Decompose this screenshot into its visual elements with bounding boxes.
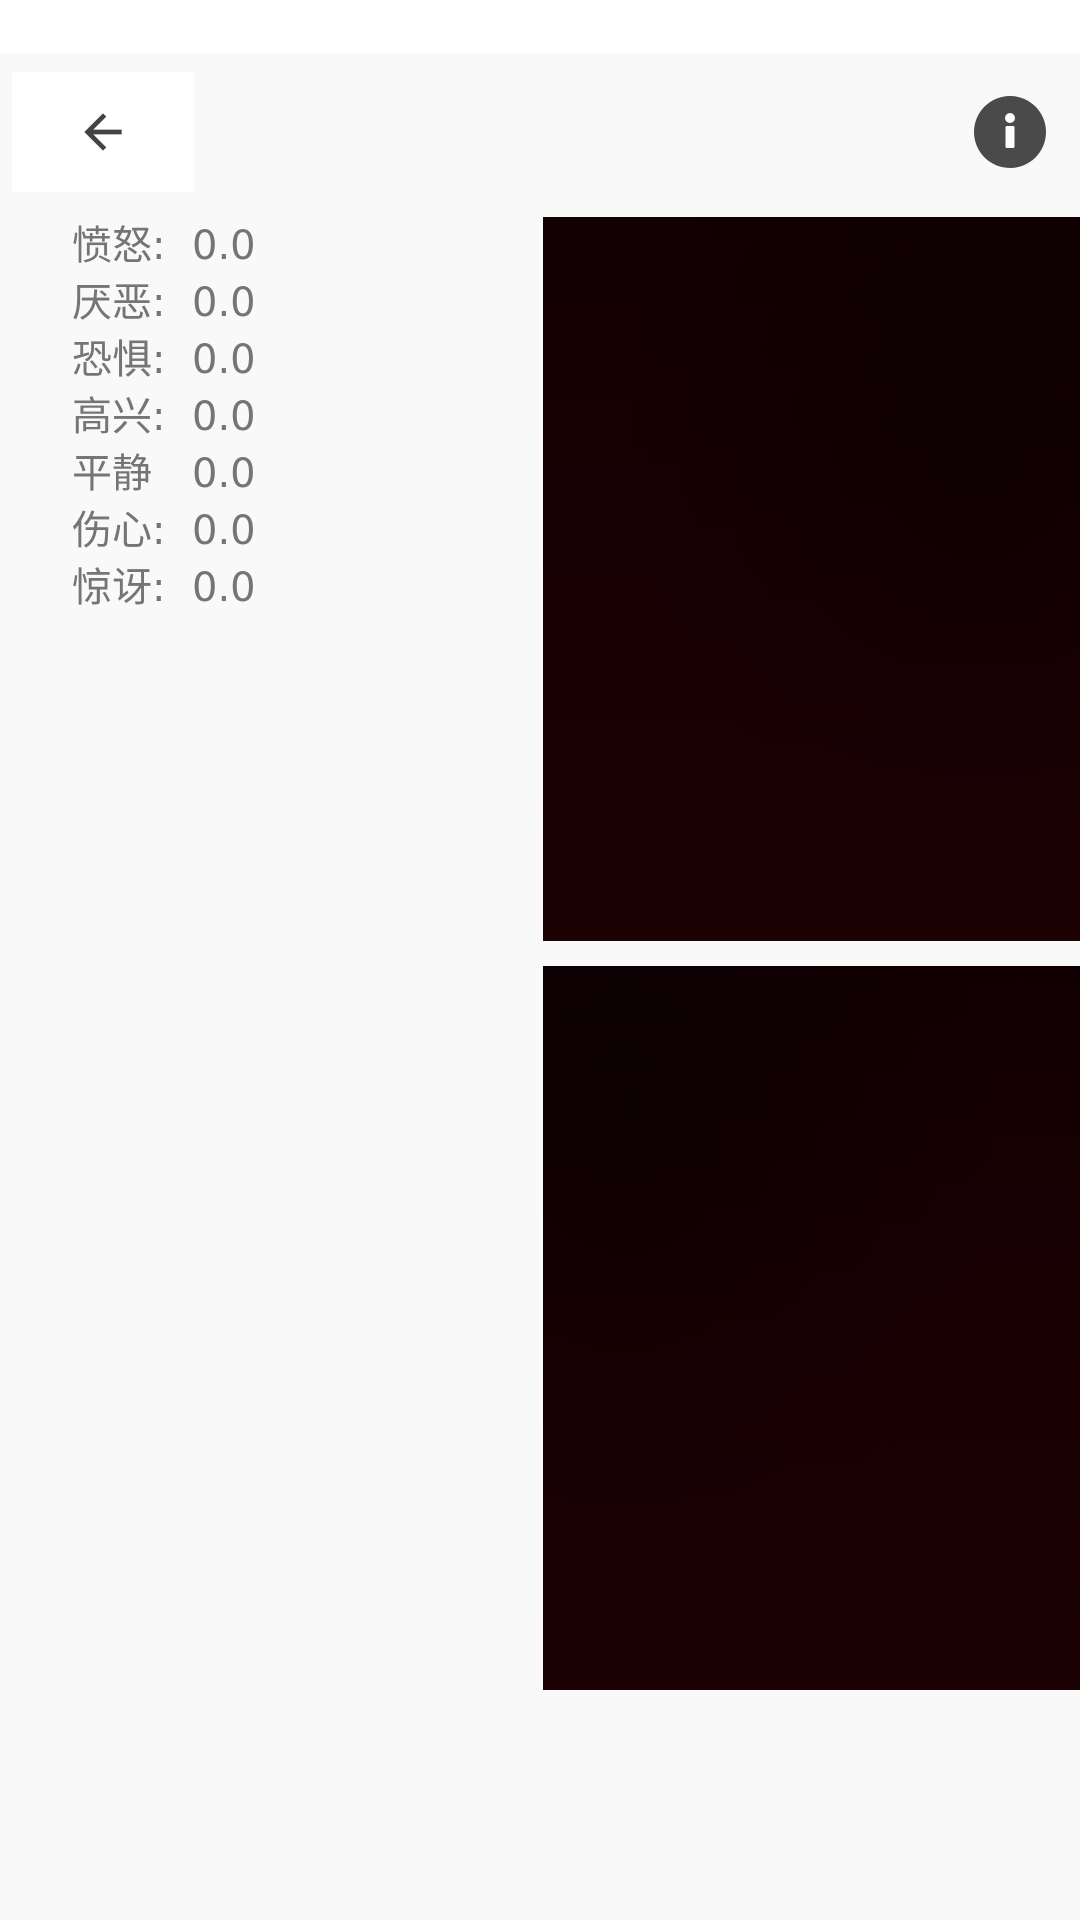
back-button[interactable] [12, 72, 194, 192]
emotion-value: 0.0 [192, 337, 256, 383]
emotion-value: 0.0 [192, 451, 256, 497]
emotion-row-surprise: 惊讶: 0.0 [72, 560, 256, 617]
emotion-row-fear: 恐惧: 0.0 [72, 332, 256, 389]
emotion-label: 平静 [72, 451, 152, 497]
emotion-value: 0.0 [192, 223, 256, 269]
emotion-row-anger: 愤怒: 0.0 [72, 218, 256, 275]
emotion-label: 伤心: [72, 508, 166, 554]
emotion-label: 厌恶: [72, 280, 166, 326]
emotion-value: 0.0 [192, 508, 256, 554]
emotion-label: 愤怒: [72, 223, 166, 269]
status-bar [0, 0, 1080, 54]
arrow-left-icon [84, 113, 122, 151]
emotion-row-happy: 高兴: 0.0 [72, 389, 256, 446]
emotion-value: 0.0 [192, 280, 256, 326]
emotion-value: 0.0 [192, 565, 256, 611]
emotion-value: 0.0 [192, 394, 256, 440]
emotion-row-neutral: 平静 0.0 [72, 446, 256, 503]
camera-preview-top [543, 217, 1080, 941]
emotion-screen: 愤怒: 0.0 厌恶: 0.0 恐惧: 0.0 高兴: 0.0 平静 0.0 伤… [0, 54, 1080, 1920]
info-icon [1005, 113, 1015, 148]
emotion-score-list: 愤怒: 0.0 厌恶: 0.0 恐惧: 0.0 高兴: 0.0 平静 0.0 伤… [72, 218, 256, 617]
info-button[interactable] [974, 96, 1046, 168]
emotion-label: 高兴: [72, 394, 166, 440]
emotion-row-disgust: 厌恶: 0.0 [72, 275, 256, 332]
emotion-row-sad: 伤心: 0.0 [72, 503, 256, 560]
camera-preview-bottom [543, 966, 1080, 1690]
emotion-label: 恐惧: [72, 337, 166, 383]
emotion-label: 惊讶: [72, 565, 166, 611]
